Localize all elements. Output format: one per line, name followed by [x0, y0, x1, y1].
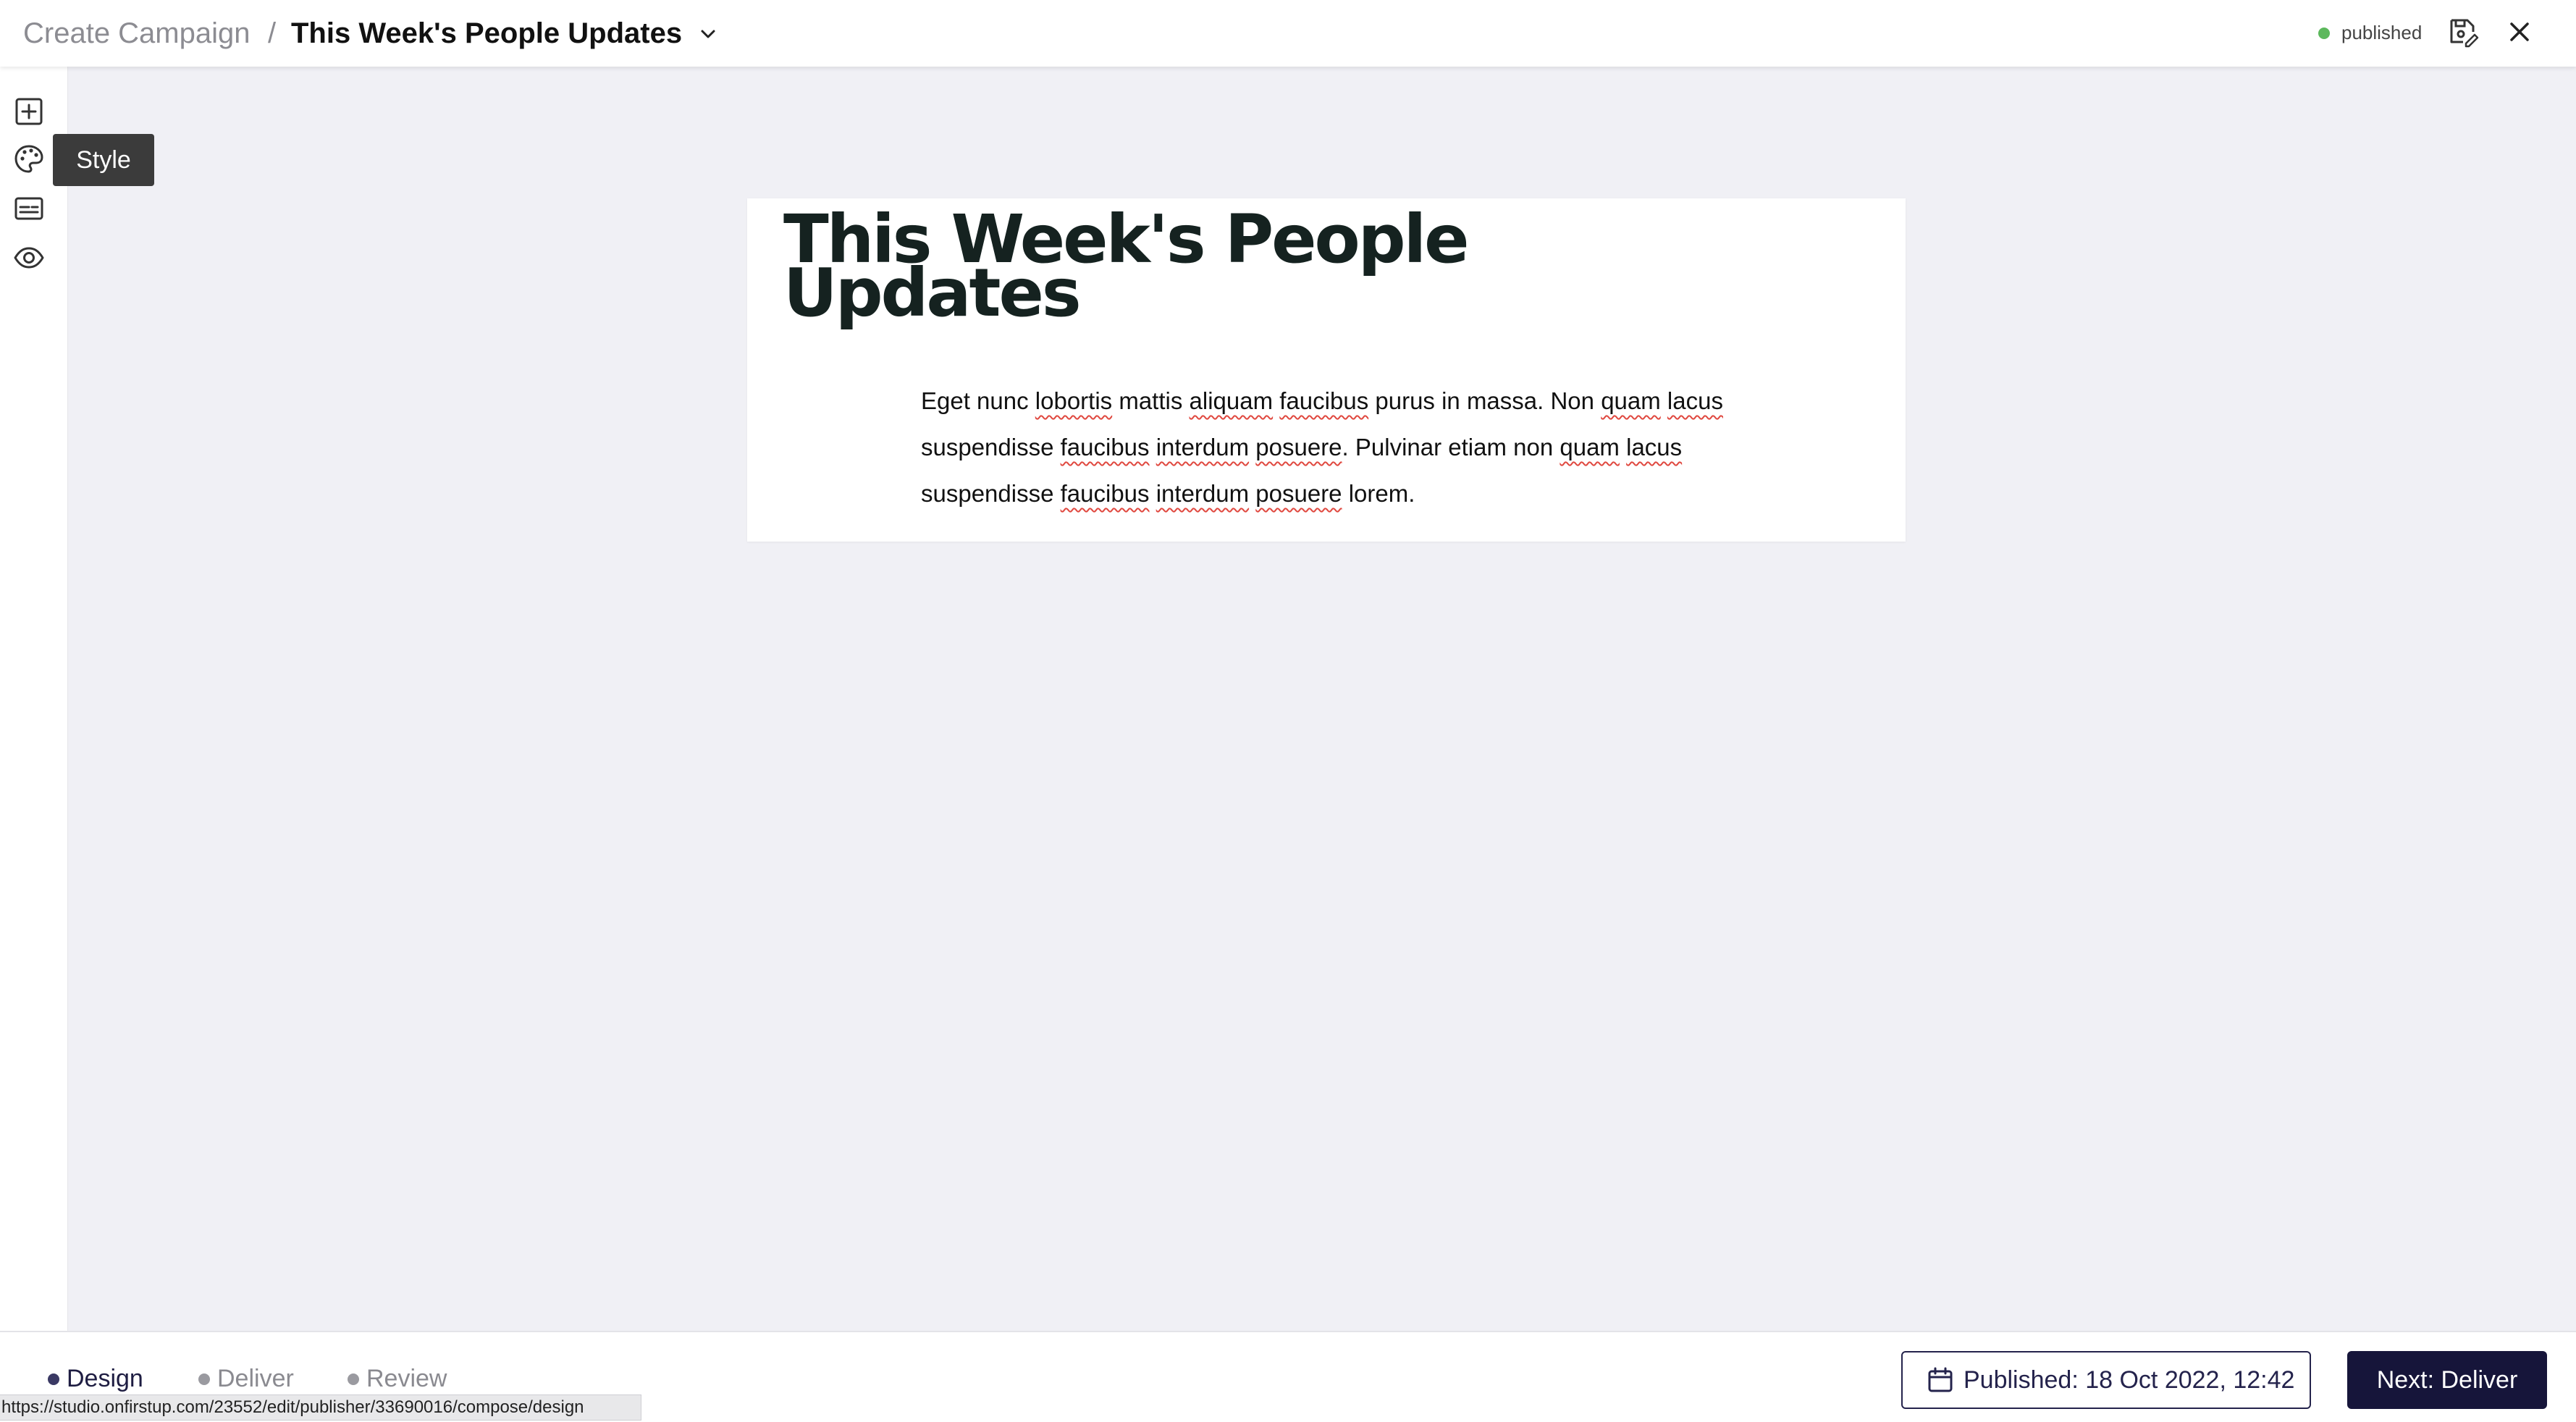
- misspelled-word: interdum: [1156, 434, 1250, 460]
- breadcrumb-separator: /: [268, 17, 277, 49]
- status-url: https://studio.onfirstup.com/23552/edit/…: [0, 1394, 641, 1421]
- step-design[interactable]: Design: [48, 1361, 156, 1396]
- campaign-title[interactable]: This Week's People Updates: [291, 16, 682, 51]
- chevron-down-icon[interactable]: [697, 23, 719, 45]
- status-dot: [2318, 28, 2330, 39]
- calendar-icon: [1927, 1367, 1953, 1393]
- left-toolbar: [0, 67, 68, 1331]
- misspelled-word: faucibus: [1060, 434, 1150, 460]
- misspelled-word: aliquam: [1189, 387, 1274, 414]
- misspelled-word: faucibus: [1060, 480, 1150, 507]
- misspelled-word: posuere: [1255, 480, 1342, 507]
- step-indicator-dot: [348, 1373, 359, 1385]
- misspelled-word: posuere: [1255, 434, 1342, 460]
- content-title[interactable]: This Week's People Updates: [783, 206, 1507, 327]
- misspelled-word: faucibus: [1279, 387, 1369, 414]
- content-body-text[interactable]: Eget nunc lobortis mattis aliquam faucib…: [921, 378, 1732, 517]
- top-header: Create Campaign / This Week's People Upd…: [0, 0, 2576, 67]
- misspelled-word: quam: [1560, 434, 1620, 460]
- published-date-label: Published: 18 Oct 2022, 12:42: [1963, 1366, 2295, 1394]
- step-review[interactable]: Review: [348, 1361, 463, 1396]
- save-draft-icon[interactable]: [2447, 16, 2479, 48]
- step-label: Review: [366, 1365, 447, 1392]
- misspelled-word: interdum: [1156, 480, 1250, 507]
- close-icon[interactable]: [2504, 16, 2535, 48]
- add-block-icon[interactable]: [13, 96, 45, 127]
- step-indicator-dot: [198, 1373, 210, 1385]
- misspelled-word: lacus: [1626, 434, 1683, 460]
- body-line: suspendisse faucibus interdum posuere lo…: [921, 480, 1415, 507]
- step-label: Deliver: [217, 1365, 294, 1392]
- misspelled-word: lacus: [1667, 387, 1723, 414]
- published-date-button[interactable]: Published: 18 Oct 2022, 12:42: [1901, 1351, 2311, 1409]
- next-deliver-button[interactable]: Next: Deliver: [2347, 1351, 2547, 1409]
- caption-icon[interactable]: [13, 193, 45, 224]
- step-indicator-dot: [48, 1373, 59, 1385]
- content-card[interactable]: This Week's People Updates Eget nunc lob…: [747, 198, 1906, 542]
- palette-icon[interactable]: [13, 143, 45, 175]
- body-line: Eget nunc lobortis mattis aliquam faucib…: [921, 387, 1723, 414]
- breadcrumb-parent[interactable]: Create Campaign: [23, 16, 251, 51]
- eye-icon[interactable]: [13, 242, 45, 274]
- style-tooltip: Style: [53, 134, 154, 186]
- misspelled-word: quam: [1601, 387, 1661, 414]
- status-badge: published: [2341, 22, 2423, 43]
- step-deliver[interactable]: Deliver: [198, 1361, 314, 1396]
- body-line: suspendisse faucibus interdum posuere. P…: [921, 434, 1683, 460]
- misspelled-word: lobortis: [1035, 387, 1113, 414]
- step-label: Design: [67, 1365, 143, 1392]
